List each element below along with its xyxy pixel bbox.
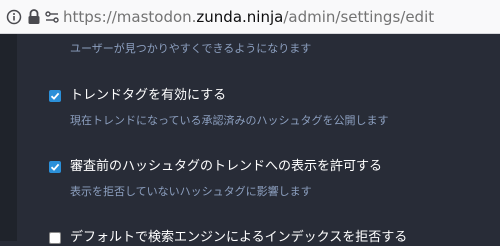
address-bar[interactable]: https://mastodon.zunda.ninja/admin/setti… xyxy=(0,0,500,34)
url-path: /admin/settings/edit xyxy=(283,8,435,26)
checkmark-icon xyxy=(50,92,60,100)
info-icon[interactable] xyxy=(6,9,22,25)
trends-checkbox[interactable] xyxy=(49,90,61,102)
settings-form: ユーザーが見つかりやすくできるようになります トレンドタグを有効にする 現在トレ… xyxy=(17,34,500,245)
noindex-label[interactable]: デフォルトで検索エンジンによるインデックスを拒否する xyxy=(70,229,407,246)
url-text[interactable]: https://mastodon.zunda.ninja/admin/setti… xyxy=(63,8,434,26)
url-prefix: https://mastodon. xyxy=(63,8,197,26)
trendable-by-default-checkbox[interactable] xyxy=(49,161,61,173)
trendable-by-default-label[interactable]: 審査前のハッシュタグのトレンドへの表示を許可する xyxy=(70,158,382,175)
permissions-icon[interactable] xyxy=(44,9,60,25)
trends-label[interactable]: トレンドタグを有効にする xyxy=(70,87,226,104)
previous-setting-hint: ユーザーが見つかりやすくできるようになります xyxy=(70,42,312,55)
trendable-by-default-hint: 表示を拒否していないハッシュタグに影響します xyxy=(70,185,312,198)
lock-icon[interactable] xyxy=(27,8,41,26)
sidebar-panel xyxy=(0,34,17,241)
url-host: zunda.ninja xyxy=(196,8,284,26)
noindex-checkbox[interactable] xyxy=(49,232,61,244)
trends-hint: 現在トレンドになっている承認済みのハッシュタグを公開します xyxy=(70,114,389,127)
checkmark-icon xyxy=(50,163,60,171)
